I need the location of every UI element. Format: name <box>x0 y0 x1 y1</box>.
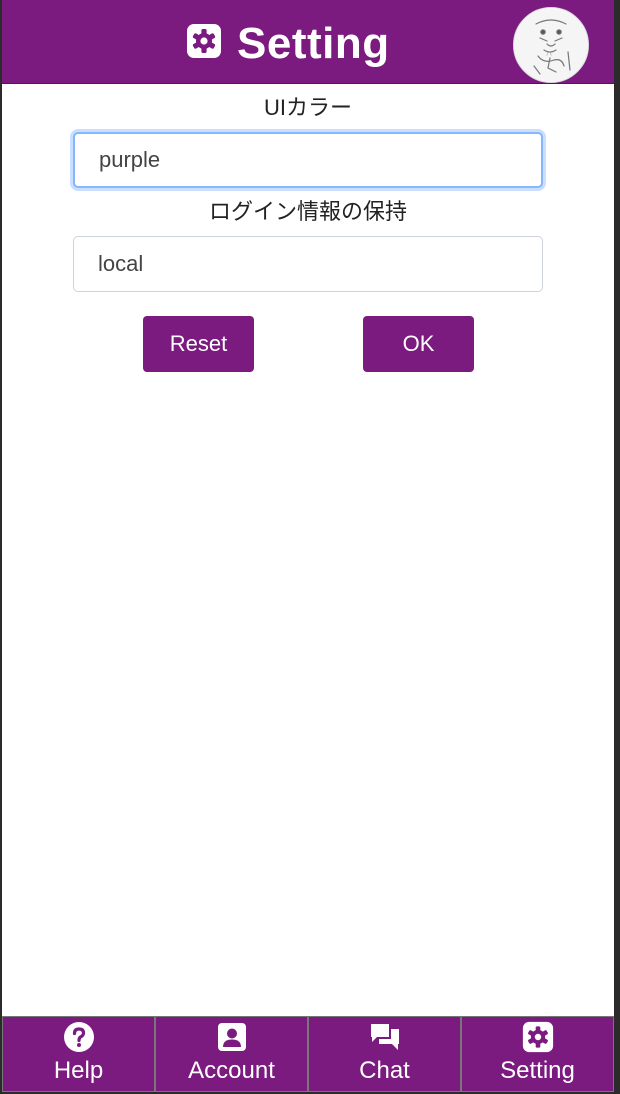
ui-color-input[interactable] <box>73 132 543 188</box>
login-retention-label: ログイン情報の保持 <box>208 199 407 224</box>
svg-text:ハ: ハ <box>546 51 552 58</box>
question-circle-icon <box>63 1021 95 1053</box>
login-retention-input[interactable] <box>73 236 543 292</box>
nav-label-setting: Setting <box>500 1057 575 1084</box>
nav-item-account[interactable]: Account <box>155 1016 308 1092</box>
app-frame: Setting ハ UIカラー purple ログイン情報の保持 local R… <box>2 0 614 1092</box>
page-title-text: Setting <box>237 19 390 68</box>
app-header: Setting ハ <box>2 0 614 84</box>
ok-button[interactable]: OK <box>363 316 474 372</box>
ui-color-label: UIカラー <box>263 95 352 120</box>
nav-label-help: Help <box>53 1057 104 1084</box>
nav-item-help[interactable]: Help <box>2 1016 155 1092</box>
reset-button[interactable]: Reset <box>143 316 254 372</box>
gear-icon <box>186 23 222 59</box>
bottom-nav: Help Account Chat Setting <box>2 1016 614 1092</box>
nav-label-account: Account <box>188 1057 275 1084</box>
gear-icon <box>522 1021 554 1053</box>
chat-bubbles-icon <box>369 1021 401 1053</box>
nav-label-chat: Chat <box>359 1057 410 1084</box>
nav-item-chat[interactable]: Chat <box>308 1016 461 1092</box>
page-title: Setting <box>186 18 390 70</box>
avatar[interactable]: ハ <box>513 7 589 83</box>
person-square-icon <box>216 1021 248 1053</box>
nav-item-setting[interactable]: Setting <box>461 1016 614 1092</box>
